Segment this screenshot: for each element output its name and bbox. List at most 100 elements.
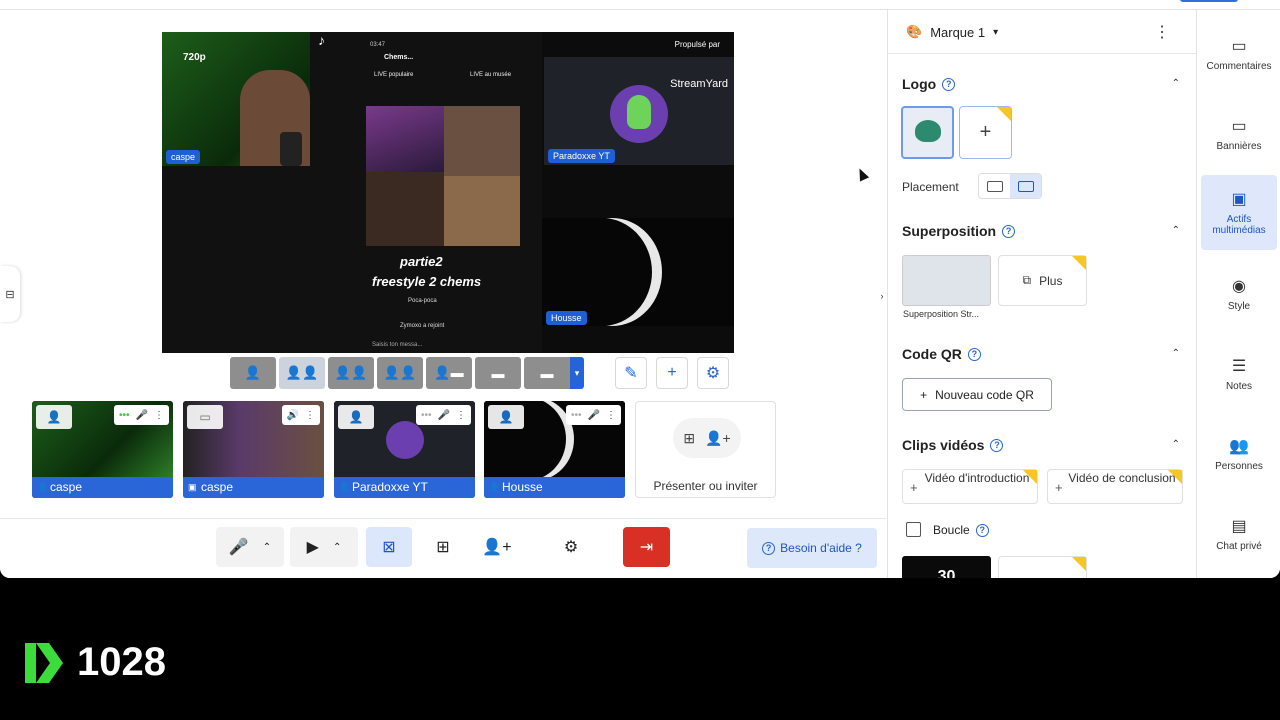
thumbnail-paradoxxe[interactable]: 👤 ••• 🎤 ⋮ 👤 Paradoxxe YT	[334, 401, 475, 498]
share-screen-button[interactable]: ⊞	[420, 527, 466, 567]
thumb-options[interactable]: ••• 🎤 ⋮	[416, 405, 471, 425]
layout-dropdown-chevron-icon[interactable]: ▾	[570, 357, 584, 389]
palette-icon: 🎨	[906, 24, 923, 39]
layout-full[interactable]: ▬	[524, 357, 570, 389]
tiktok-cam-2	[366, 172, 444, 246]
collapse-chevron-icon[interactable]: ⌃	[1172, 78, 1180, 89]
screen-share-icon: ▣	[188, 482, 197, 492]
premium-star-icon	[1023, 470, 1037, 484]
thumb-label: 👤 Paradoxxe YT	[334, 477, 475, 498]
top-button[interactable]	[1180, 0, 1238, 2]
layout-leader[interactable]: 👤👤	[328, 357, 374, 389]
camera-toggle-icon[interactable]: 👤	[338, 405, 374, 429]
rail-media-assets[interactable]: ▣ Actifs multimédias	[1201, 175, 1277, 250]
layout-sidebar[interactable]: 👤👤	[377, 357, 423, 389]
help-icon[interactable]: ?	[990, 438, 1004, 452]
more-options-icon[interactable]: ⋮	[1154, 22, 1170, 42]
thumb-options[interactable]: ••• 🎤 ⋮	[566, 405, 621, 425]
premium-star-icon	[1072, 256, 1086, 270]
help-icon[interactable]: ?	[942, 77, 956, 91]
rail-private-chat[interactable]: ▤ Chat privé	[1201, 516, 1277, 552]
thumbnail-caspe-camera[interactable]: 👤 ••• 🎤 ⋮ 👤 caspe	[32, 401, 173, 498]
k-logo	[25, 642, 63, 683]
tiktok-live-music: LIVE au musée	[470, 72, 512, 78]
present-invite-label: Présenter ou inviter	[653, 479, 758, 493]
thumb-options[interactable]: ••• 🎤 ⋮	[114, 405, 169, 425]
collapse-left-panel[interactable]: ⊟	[0, 266, 20, 322]
right-rail: ▭ Commentaires ▭ Bannières ▣ Actifs multimé…	[1196, 10, 1280, 578]
screen-toggle-icon[interactable]: ▭	[187, 405, 223, 429]
clip-plus-button[interactable]	[998, 556, 1087, 578]
streamyard-app: 720p caspe ♪ 03:47 Chems... LIVE populai…	[0, 0, 1280, 578]
help-icon[interactable]: ?	[967, 347, 981, 361]
loop-checkbox[interactable]	[906, 522, 921, 537]
camera-toggle-icon[interactable]: 👤	[36, 405, 72, 429]
mic-chevron-icon[interactable]: ⌃	[263, 542, 271, 553]
palette-icon: ◉	[1232, 278, 1246, 295]
help-icon[interactable]: ?	[975, 523, 989, 537]
layout-share[interactable]: ▬	[475, 357, 521, 389]
thumbnail-housse[interactable]: 👤 ••• 🎤 ⋮ 👤 Housse	[484, 401, 625, 498]
stage-cell-paradoxxe: Paradoxxe YT	[544, 57, 734, 165]
viewer-count: 1028	[77, 640, 166, 684]
present-or-invite-button[interactable]: ⊞ 👤+ Présenter ou inviter	[635, 401, 776, 498]
add-plus-icon[interactable]: +	[656, 357, 688, 389]
intro-video-button[interactable]: + Vidéo d'introduction	[902, 469, 1038, 504]
present-invite-icons: ⊞ 👤+	[673, 418, 741, 458]
screen-off-button[interactable]: ⊠	[366, 527, 412, 567]
placement-left[interactable]	[979, 174, 1010, 198]
viewer-count-overlay: 1028	[25, 640, 166, 685]
help-icon[interactable]: ?	[1002, 224, 1016, 238]
mic-button[interactable]: 🎤 ⌃	[216, 527, 284, 567]
outro-video-button[interactable]: + Vidéo de conclusion	[1047, 469, 1183, 504]
phone-time: 03:47	[370, 42, 386, 48]
person-add-icon: 👤+	[705, 429, 731, 446]
tiktok-joined: Zymoxo a rejoint	[400, 323, 445, 329]
stage-preview[interactable]: 720p caspe ♪ 03:47 Chems... LIVE populai…	[162, 32, 734, 353]
overlay-thumbnail[interactable]	[902, 255, 991, 306]
brand-selector[interactable]: 🎨 Marque 1 ▾	[906, 24, 998, 40]
plus-icon: +	[910, 480, 918, 495]
layout-more-group: ▬ ▾	[524, 357, 584, 389]
tiktok-cam-1	[366, 106, 444, 172]
camera-chevron-icon[interactable]: ⌃	[333, 542, 341, 553]
chat-icon: ▤	[1231, 518, 1247, 535]
settings-gear-icon[interactable]: ⚙	[697, 357, 729, 389]
layout-single[interactable]: 👤	[230, 357, 276, 389]
rail-people[interactable]: 👥 Personnes	[1201, 436, 1277, 472]
placement-right[interactable]	[1010, 174, 1041, 198]
rail-style[interactable]: ◉ Style	[1201, 276, 1277, 312]
brand-panel: 🎨 Marque 1 ▾ ⋮ Logo? ⌃ + Placement Superpo…	[887, 10, 1196, 578]
thumb-label: ▣ caspe	[183, 477, 324, 498]
collapse-chevron-icon[interactable]: ⌃	[1172, 439, 1180, 450]
settings-button[interactable]: ⚙	[548, 527, 594, 567]
add-logo-button[interactable]: +	[959, 106, 1012, 159]
camera-button[interactable]: ▶ ⌃	[290, 527, 358, 567]
new-qr-code-button[interactable]: + Nouveau code QR	[902, 378, 1052, 411]
rail-banners[interactable]: ▭ Bannières	[1201, 116, 1277, 152]
rail-comments[interactable]: ▭ Commentaires	[1201, 36, 1277, 72]
collapse-chevron-icon[interactable]: ⌃	[1172, 348, 1180, 359]
notes-icon: ☰	[1231, 358, 1247, 375]
tiktok-commenter: Poca-poca	[408, 298, 437, 304]
tiktok-user: Chems...	[384, 54, 414, 61]
thumb-label: 👤 Housse	[484, 477, 625, 498]
overlay-plus-button[interactable]: ⧉ Plus	[998, 255, 1087, 306]
layout-group[interactable]: 👤👤	[279, 357, 325, 389]
person-icon: 👤	[489, 482, 501, 492]
clip-thumbnail[interactable]: 30	[902, 556, 991, 578]
help-button[interactable]: ? Besoin d'aide ?	[747, 528, 877, 568]
leave-studio-button[interactable]: ⇥	[623, 527, 670, 567]
edit-pencil-icon[interactable]: ✎	[615, 357, 647, 389]
camera-toggle-icon[interactable]: 👤	[488, 405, 524, 429]
layout-selector: 👤 👤👤 👤👤 👤👤 👤▬ ▬ ▬ ▾	[230, 357, 584, 389]
invite-button[interactable]: 👤+	[474, 527, 520, 567]
layout-pip[interactable]: 👤▬	[426, 357, 472, 389]
premium-star-icon	[1072, 557, 1086, 571]
rail-notes[interactable]: ☰ Notes	[1201, 356, 1277, 392]
thumbnail-caspe-screen[interactable]: ▭ 🔊 ⋮ ▣ caspe	[183, 401, 324, 498]
collapse-chevron-icon[interactable]: ⌃	[1172, 225, 1180, 236]
logo-streamyard[interactable]	[901, 106, 954, 159]
thumb-options[interactable]: 🔊 ⋮	[281, 405, 320, 425]
powered-by-label: Propulsé par	[674, 40, 720, 49]
